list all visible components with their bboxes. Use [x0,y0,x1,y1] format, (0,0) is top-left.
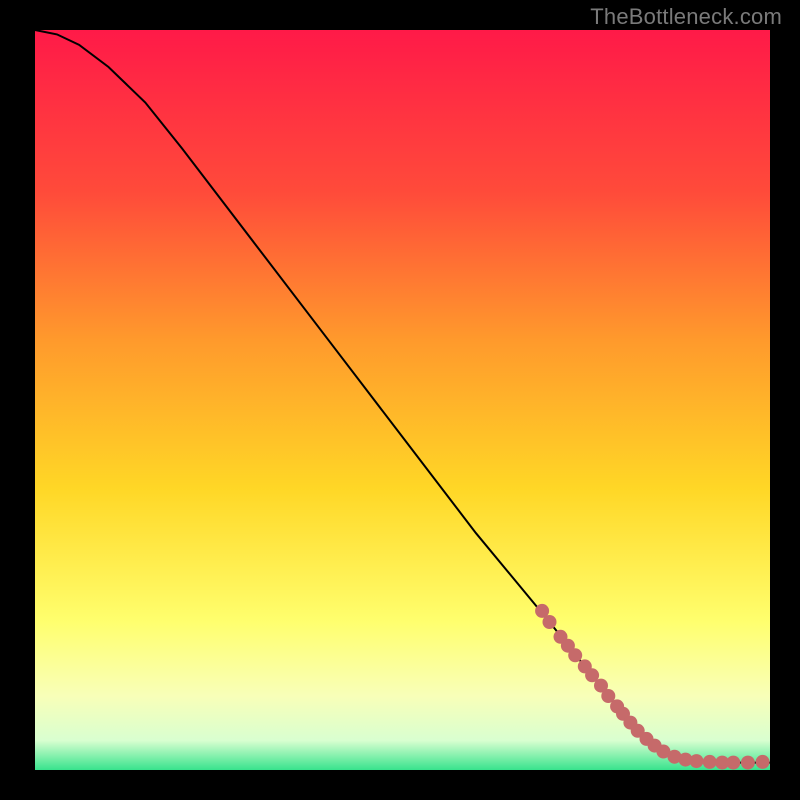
watermark-label: TheBottleneck.com [590,4,782,30]
chart-svg [0,0,800,800]
scatter-dot [741,756,755,770]
chart-frame: TheBottleneck.com [0,0,800,800]
scatter-dot [703,755,717,769]
scatter-dot [568,648,582,662]
scatter-dot [543,615,557,629]
scatter-dot [756,755,770,769]
scatter-dot [726,756,740,770]
scatter-dot [690,754,704,768]
gradient-panel [35,30,770,770]
